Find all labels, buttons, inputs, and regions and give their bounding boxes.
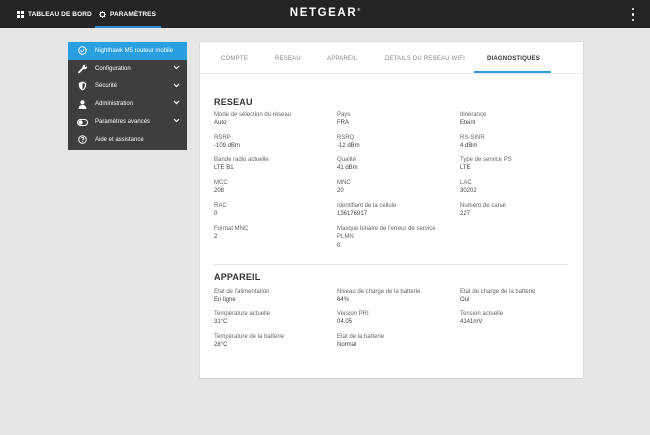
field-ps-service-type: Type de service PS LTE xyxy=(460,157,512,172)
sidebar-item-administration[interactable]: Administration xyxy=(68,95,187,113)
sidebar-item-configuration[interactable]: Configuration xyxy=(68,60,187,78)
chevron-down-icon xyxy=(173,118,180,125)
tab-device[interactable]: APPAREIL xyxy=(327,56,358,62)
tab-bar: COMPTE RESEAU APPAREIL DETAILS DU RESEAU… xyxy=(200,42,583,74)
tab-account[interactable]: COMPTE xyxy=(221,56,248,62)
field-channel-number: Numéro de canal 227 xyxy=(460,203,506,218)
field-quality: Qualité 41 dBm xyxy=(337,157,358,172)
field-battery-state: Etat de la batterie Normal xyxy=(337,334,385,349)
check-circle-icon xyxy=(77,46,88,56)
sidebar-item-advanced[interactable]: Paramètres avancés xyxy=(68,113,187,131)
field-rs-sinr: RS-SINR 4 dBm xyxy=(460,135,485,150)
field-mnc: MNC 20 xyxy=(337,180,351,195)
tab-diagnostics[interactable]: DIAGNOSTIQUES xyxy=(487,56,540,62)
section-divider xyxy=(214,264,568,265)
sidebar-item-label: Configuration xyxy=(95,65,131,72)
wrench-icon xyxy=(77,64,88,74)
tab-wifi-details[interactable]: DETAILS DU RESEAU WIFI xyxy=(385,56,465,62)
active-tab-indicator xyxy=(474,71,551,73)
more-menu-icon[interactable] xyxy=(630,8,636,21)
sidebar-item-label: Sécurité xyxy=(95,83,118,90)
field-current-voltage: Tension actuelle 4141mV xyxy=(460,311,504,326)
field-rac: RAC 0 xyxy=(214,203,227,218)
field-country: Pays FRA xyxy=(337,112,351,127)
field-roaming: Itinérance Eteint xyxy=(460,112,487,127)
chevron-down-icon xyxy=(173,65,180,72)
sidebar-item-device[interactable]: Nighthawk M5 routeur mobile xyxy=(68,42,187,60)
chevron-down-icon xyxy=(173,83,180,90)
field-lac: LAC 30202 xyxy=(460,180,477,195)
field-rsrp: RSRP -109 dBm xyxy=(214,135,241,150)
sidebar-item-label: Administration xyxy=(95,101,134,108)
toggle-icon xyxy=(77,118,88,126)
sidebar-item-label: Nighthawk M5 routeur mobile xyxy=(95,47,174,54)
section-title-network: RESEAU xyxy=(214,97,253,107)
sidebar-item-security[interactable]: Sécurité xyxy=(68,78,187,96)
field-cell-id: Identifiant de la cellule 136176917 xyxy=(337,203,397,218)
field-current-temperature: Température actuelle 31°C xyxy=(214,311,271,326)
user-icon xyxy=(77,100,88,109)
field-mcc: MCC 208 xyxy=(214,180,228,195)
field-network-selection-mode: Mode de sélection du réseau Auto xyxy=(214,112,292,127)
sidebar-item-help[interactable]: Aide et assistance xyxy=(68,131,187,149)
field-pri-version: Version PRI 04.05 xyxy=(337,311,369,326)
field-plmn-error-mask: Masque binaire de l'erreur de service PL… xyxy=(337,226,436,249)
section-title-device: APPAREIL xyxy=(214,272,261,282)
field-charging-state: Etat de charge de la batterie Oui xyxy=(460,289,536,304)
field-battery-level: Niveau de charge de la batterie 64% xyxy=(337,289,421,304)
field-mnc-format: Format MNC 2 xyxy=(214,226,249,241)
sidebar-item-label: Aide et assistance xyxy=(95,136,144,143)
field-power-state: Etat de l'alimentation En ligne xyxy=(214,289,270,304)
diagnostics-panel: COMPTE RESEAU APPAREIL DETAILS DU RESEAU… xyxy=(200,42,583,378)
field-battery-temperature: Température de la batterie 28°C xyxy=(214,334,285,349)
brand-logo: NETGEAR® xyxy=(289,7,361,19)
field-current-band: Bande radio actuelle LTE B1 xyxy=(214,157,269,172)
top-bar: TABLEAU DE BORD PARAMÈTRES NETGEAR® xyxy=(0,0,650,28)
chevron-down-icon xyxy=(173,100,180,107)
help-icon xyxy=(77,135,88,145)
sidebar-item-label: Paramètres avancés xyxy=(95,119,151,126)
field-rsrq: RSRQ -12 dBm xyxy=(337,135,360,150)
shield-icon xyxy=(77,81,88,91)
sidebar: Nighthawk M5 routeur mobile Configuratio… xyxy=(68,42,187,150)
tab-network[interactable]: RESEAU xyxy=(275,56,301,62)
